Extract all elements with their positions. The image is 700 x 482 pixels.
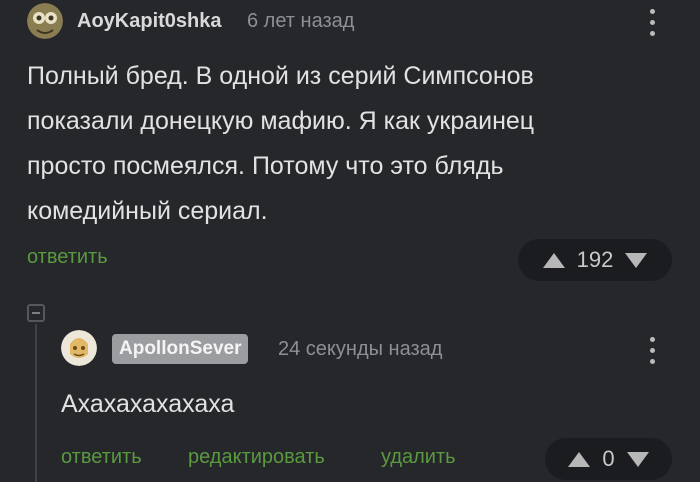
avatar[interactable] bbox=[61, 330, 97, 366]
comment-line: комедийный сериал. bbox=[27, 197, 268, 225]
minus-icon bbox=[32, 312, 40, 314]
avatar-image bbox=[27, 3, 63, 39]
comment-line: Полный бред. В одной из серий Симпсонов bbox=[27, 62, 534, 90]
rating-value: 0 bbox=[602, 446, 615, 471]
avatar-image bbox=[61, 330, 97, 366]
comment-line: показали донецкую мафию. Я как украинец bbox=[27, 107, 535, 135]
edit-button[interactable]: редактировать bbox=[188, 446, 325, 469]
delete-button[interactable]: удалить bbox=[381, 446, 456, 469]
upvote-icon[interactable] bbox=[568, 451, 591, 467]
collapse-thread-button[interactable] bbox=[27, 304, 45, 322]
comment-timestamp[interactable]: 6 лет назад bbox=[247, 10, 354, 33]
downvote-icon[interactable] bbox=[626, 451, 649, 467]
avatar[interactable] bbox=[27, 3, 63, 39]
rating-control: 192 bbox=[518, 239, 672, 281]
comment-line: просто посмеялся. Потому что это блядь bbox=[27, 152, 504, 180]
downvote-icon[interactable] bbox=[625, 252, 648, 268]
comment-timestamp[interactable]: 24 секунды назад bbox=[278, 338, 442, 361]
reply-button[interactable]: ответить bbox=[61, 446, 142, 469]
rating-value: 192 bbox=[576, 247, 614, 272]
more-menu-icon[interactable] bbox=[645, 337, 659, 364]
thread-line[interactable] bbox=[35, 324, 37, 482]
reply-button[interactable]: ответить bbox=[27, 246, 108, 269]
comment-body: Полный бред. В одной из серий Симпсонов … bbox=[27, 54, 677, 234]
rating-control: 0 bbox=[545, 438, 672, 480]
comment-body: Ахахахахахаха bbox=[61, 390, 235, 418]
more-menu-icon[interactable] bbox=[645, 9, 659, 36]
comment-author[interactable]: AoyKapit0shka bbox=[77, 10, 222, 33]
upvote-icon[interactable] bbox=[542, 252, 565, 268]
comment-author[interactable]: ApollonSever bbox=[112, 334, 249, 364]
